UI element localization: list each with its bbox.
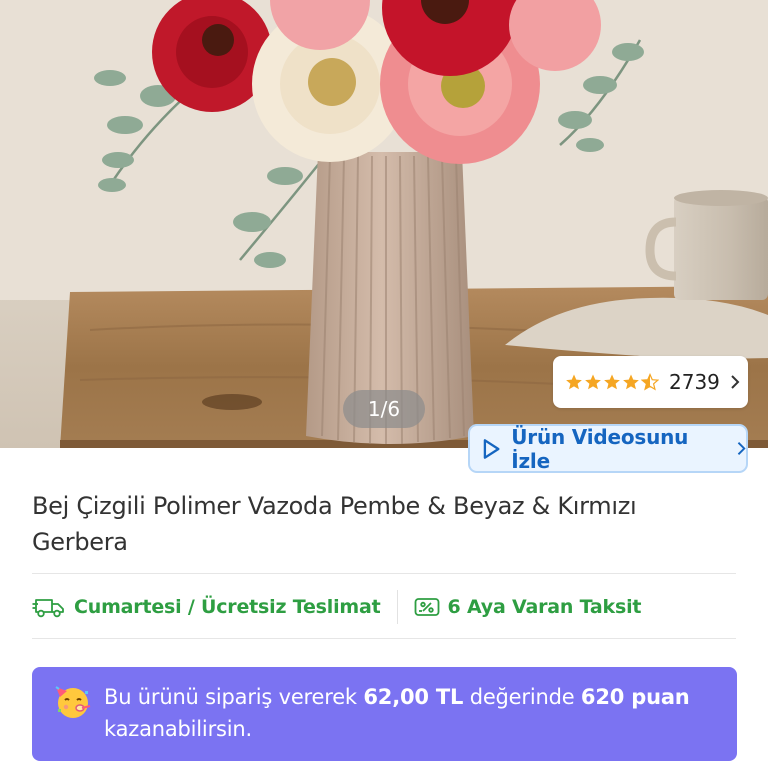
- star-half-icon: [641, 373, 659, 391]
- loyalty-points-banner: Bu ürünü sipariş vererek 62,00 TL değeri…: [32, 667, 737, 761]
- free-delivery-truck-icon: [32, 599, 64, 618]
- chevron-right-icon: [738, 442, 746, 455]
- watch-video-button[interactable]: Ürün Videosunu İzle: [468, 424, 748, 473]
- image-counter: 1/6: [343, 390, 425, 428]
- star-full-icon: [623, 374, 639, 390]
- product-title: Bej Çizgili Polimer Vazoda Pembe & Beyaz…: [32, 492, 637, 556]
- installment-info[interactable]: 6 Aya Varan Taksit: [414, 596, 642, 618]
- installment-label: 6 Aya Varan Taksit: [447, 596, 642, 618]
- loyalty-points-text: Bu ürünü sipariş vererek 62,00 TL değeri…: [104, 681, 690, 745]
- star-full-icon: [604, 374, 620, 390]
- divider: [32, 638, 736, 639]
- points-text-suffix: kazanabilirsin.: [104, 717, 252, 741]
- points-money-amount: 62,00 TL: [363, 685, 464, 709]
- star-full-icon: [566, 374, 582, 390]
- rating-badge[interactable]: 2739: [553, 356, 748, 408]
- divider: [32, 573, 736, 574]
- points-text-middle: değerinde: [463, 685, 581, 709]
- rating-stars: [565, 373, 659, 391]
- delivery-label: Cumartesi / Ücretsiz Teslimat: [74, 596, 381, 618]
- chevron-right-icon: [731, 375, 740, 389]
- product-image-gallery[interactable]: 1/6 2739: [0, 0, 768, 448]
- delivery-info-row: Cumartesi / Ücretsiz Teslimat 6 Aya Vara…: [32, 590, 736, 624]
- points-text-prefix: Bu ürünü sipariş vererek: [104, 685, 364, 709]
- play-icon: [483, 438, 500, 459]
- installment-card-icon: [414, 598, 439, 616]
- star-full-icon: [585, 374, 601, 390]
- info-separator: [396, 590, 398, 624]
- points-amount: 620 puan: [580, 685, 690, 709]
- watch-video-label: Ürün Videosunu İzle: [511, 424, 689, 473]
- rating-count: 2739: [669, 370, 720, 394]
- free-delivery-info[interactable]: Cumartesi / Ücretsiz Teslimat: [32, 596, 381, 618]
- party-face-icon: [55, 686, 91, 718]
